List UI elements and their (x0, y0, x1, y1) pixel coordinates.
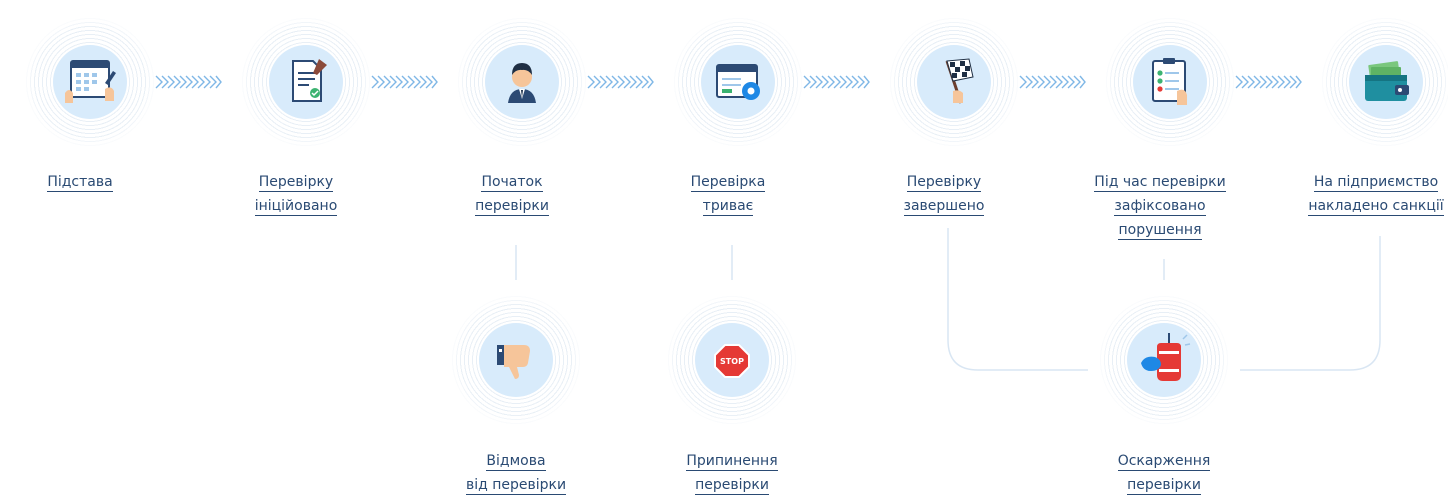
checkered-flag-icon (945, 58, 974, 104)
connector-finished-appeal (947, 228, 1088, 371)
step-sanctions[interactable] (1306, 12, 1448, 152)
step-ongoing[interactable] (658, 12, 818, 152)
stop-sign-icon: STOP (714, 344, 750, 378)
step-label-appeal[interactable]: Оскарження перевірки (1074, 449, 1254, 497)
inspection-process-diagram: Підстава Перевірку ініційовано Початок п… (0, 0, 1448, 498)
step-refusal[interactable] (436, 290, 596, 430)
wallet-money-icon (1365, 61, 1409, 101)
step-label-basis[interactable]: Підстава (0, 170, 170, 194)
step-label-termination[interactable]: Припинення перевірки (642, 449, 822, 497)
step-label-refusal[interactable]: Відмова від перевірки (426, 449, 606, 497)
step-label-ongoing[interactable]: Перевірка триває (638, 170, 818, 218)
step-start[interactable] (442, 12, 602, 152)
document-pen-icon (292, 59, 327, 102)
step-label-sanctions[interactable]: На підприємство накладено санкції (1286, 170, 1448, 218)
punching-bag-icon (1141, 333, 1191, 381)
svg-text:STOP: STOP (720, 357, 744, 366)
step-label-start[interactable]: Початок перевірки (422, 170, 602, 218)
connector-appeal-sanctions (1240, 236, 1381, 371)
thumbs-down-icon (497, 345, 530, 379)
step-appeal[interactable] (1084, 290, 1244, 430)
step-initiated[interactable] (226, 12, 386, 152)
step-finished[interactable] (874, 12, 1034, 152)
step-label-finished[interactable]: Перевірку завершено (854, 170, 1034, 218)
inspector-person-icon (508, 63, 536, 103)
clipboard-checklist-icon (1152, 58, 1187, 105)
step-termination[interactable]: STOP (652, 290, 812, 430)
step-label-violations[interactable]: Під час перевірки зафіксовано порушення (1070, 170, 1250, 242)
step-basis[interactable] (10, 12, 170, 152)
calendar-hands-icon (65, 60, 116, 103)
step-violations[interactable] (1090, 12, 1250, 152)
step-label-initiated[interactable]: Перевірку ініційовано (206, 170, 386, 218)
browser-gear-icon (716, 64, 760, 100)
